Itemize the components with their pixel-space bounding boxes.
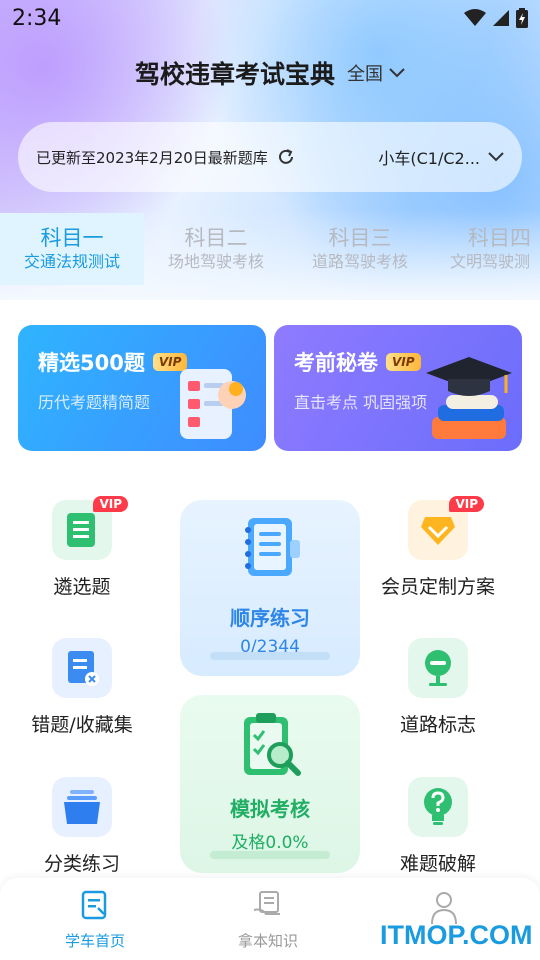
nav-label: 拿本知识 (237, 932, 298, 950)
tab-subject-2[interactable]: 科目二 场地驾驶考核 (144, 213, 288, 285)
lightbulb-question-icon (424, 788, 452, 825)
feature-icon-box (408, 777, 468, 837)
nav-knowledge[interactable]: 拿本知识 (208, 890, 328, 951)
clipboard-magnifier-icon (244, 713, 301, 776)
stacked-folders-icon (64, 790, 100, 824)
app-title: 驾校违章考试宝典 (134, 60, 335, 89)
watermark: ITMOP.COM (380, 920, 533, 950)
progress-bar (210, 851, 330, 859)
feature-road-signs[interactable]: 道路标志 (358, 638, 518, 737)
diamond-icon (421, 517, 455, 545)
tab-title: 科目一 (40, 226, 104, 250)
card-title: 顺序练习 (230, 606, 310, 630)
feature-icon-box (408, 638, 468, 698)
tab-subtitle: 道路驾驶考核 (311, 252, 408, 271)
document-error-icon (68, 651, 99, 686)
wifi-icon (464, 9, 486, 26)
graduation-cap-icon (426, 357, 512, 439)
notebook-icon (245, 518, 300, 576)
feature-label: 道路标志 (399, 714, 476, 736)
status-time: 2:34 (12, 6, 62, 31)
car-type-label: 小车(C1/C2... (378, 149, 480, 168)
progress-bar (210, 652, 330, 660)
feature-category-practice[interactable]: 分类练习 (2, 777, 162, 876)
vip-badge: VIP (93, 496, 128, 512)
title-row: 驾校违章考试宝典 全国 (0, 55, 540, 91)
chevron-down-icon (389, 68, 405, 78)
sequential-practice-card[interactable]: 顺序练习 0/2344 (180, 500, 360, 676)
feature-member-plan[interactable]: VIP 会员定制方案 (358, 496, 518, 599)
chevron-down-icon (488, 152, 504, 162)
car-type-selector[interactable]: 小车(C1/C2... (378, 145, 504, 169)
feature-hard-questions[interactable]: 难题破解 (358, 777, 518, 876)
feature-icon-box (52, 638, 112, 698)
status-bar: 2:34 (0, 0, 540, 38)
feature-label: 分类练习 (43, 853, 120, 875)
checklist-hand-illustration (180, 369, 246, 439)
tab-subtitle: 场地驾驶考核 (167, 252, 264, 271)
feature-wrong-questions[interactable]: 错题/收藏集 (2, 638, 162, 737)
promo-title: 考前秘卷 (294, 351, 378, 375)
feature-label: 错题/收藏集 (31, 714, 133, 736)
nav-home[interactable]: 学车首页 (35, 890, 155, 951)
document-hand-icon (253, 891, 280, 915)
feature-selected-questions[interactable]: VIP 遴选题 (2, 496, 162, 599)
feature-label: 遴选题 (53, 576, 111, 598)
refresh-icon[interactable] (276, 147, 296, 167)
tab-subject-4[interactable]: 科目四 文明驾驶测 (432, 213, 540, 285)
home-document-icon (81, 890, 107, 920)
tab-subject-3[interactable]: 科目三 道路驾驶考核 (288, 213, 432, 285)
status-icons (464, 8, 528, 28)
feature-label: 会员定制方案 (380, 576, 495, 598)
cell-signal-icon (493, 10, 509, 26)
vip-badge: VIP (449, 496, 484, 512)
tab-subtitle: 文明驾驶测 (450, 252, 531, 271)
battery-icon (516, 8, 528, 28)
tab-subtitle: 交通法规测试 (23, 252, 120, 271)
card-title: 模拟考核 (230, 797, 310, 821)
nav-label: 学车首页 (64, 932, 125, 950)
region-selector[interactable]: 全国 (347, 60, 405, 86)
feature-icon-box: VIP (52, 496, 128, 560)
tab-title: 科目三 (328, 226, 392, 250)
road-sign-icon (425, 650, 451, 686)
feature-icon-box (52, 777, 112, 837)
subject-tabs: 科目一 交通法规测试 科目二 场地驾驶考核 科目三 道路驾驶考核 科目四 文明驾… (0, 213, 540, 285)
feature-icon-box: VIP (408, 496, 484, 560)
tab-title: 科目二 (184, 226, 248, 250)
mock-exam-card[interactable]: 模拟考核 及格0.0% (180, 695, 360, 873)
vip-tag: VIP (386, 353, 421, 371)
promo-title: 精选500题 (38, 351, 145, 375)
tab-title: 科目四 (468, 226, 531, 250)
update-status-text: 已更新至2023年2月20日最新题库 (36, 148, 268, 167)
promo-card-exam-secret[interactable]: 考前秘卷 VIP 直击考点 巩固强项 (274, 325, 522, 451)
promo-card-selected-500[interactable]: 精选500题 VIP 历代考题精简题 (18, 325, 266, 451)
region-label: 全国 (347, 64, 383, 85)
pass-rate: 及格0.0% (231, 833, 309, 853)
tab-subject-1[interactable]: 科目一 交通法规测试 (0, 213, 144, 285)
feature-label: 难题破解 (399, 853, 476, 875)
book-icon (67, 513, 95, 547)
question-bank-update-bar: 已更新至2023年2月20日最新题库 小车(C1/C2... (18, 122, 522, 192)
